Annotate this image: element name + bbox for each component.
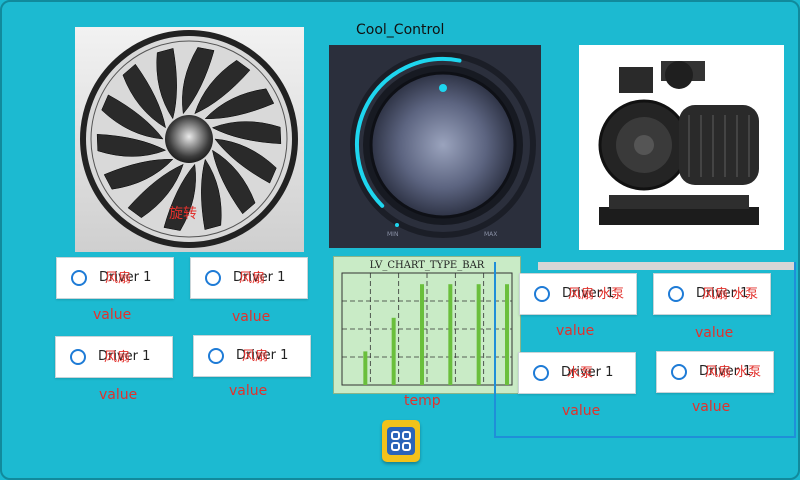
chart-plot bbox=[341, 272, 513, 386]
fan-image[interactable]: 旋转 bbox=[75, 27, 304, 252]
driver-overlay-label: 风扇 水泵 bbox=[568, 287, 625, 302]
driver-overlay-label: 风扇 bbox=[105, 271, 132, 286]
knob-max-label: MAX bbox=[484, 231, 498, 238]
driver-toggle-pump-4[interactable]: Driver 1 风扇 水泵 bbox=[656, 351, 774, 393]
app-grid-icon[interactable] bbox=[382, 420, 420, 462]
driver-value: value bbox=[99, 387, 138, 403]
chart-bar bbox=[363, 351, 368, 385]
chart-bar bbox=[420, 284, 424, 385]
radio-circle[interactable] bbox=[71, 270, 87, 286]
grid-glyph bbox=[387, 427, 415, 455]
radio-circle[interactable] bbox=[533, 365, 549, 381]
driver-overlay-label: 风扇 bbox=[239, 271, 266, 286]
radio-circle[interactable] bbox=[534, 286, 550, 302]
pump-image[interactable] bbox=[579, 45, 784, 250]
chart-bar bbox=[448, 284, 453, 385]
driver-value: value bbox=[562, 403, 601, 419]
driver-value: value bbox=[695, 325, 734, 341]
temp-bar-chart: LV_CHART_TYPE_BAR bbox=[333, 256, 521, 394]
driver-toggle-fan-2[interactable]: Driver 1 风扇 bbox=[190, 257, 308, 299]
main-screen: 旋转 Cool_Control MIN MAX Driver 1 风扇 valu… bbox=[0, 0, 800, 480]
driver-value: value bbox=[556, 323, 595, 339]
knob-indicator bbox=[439, 84, 447, 92]
driver-toggle-pump-2[interactable]: Driver 1 风扇 水泵 bbox=[653, 273, 771, 315]
radio-circle[interactable] bbox=[671, 364, 687, 380]
driver-overlay-label: 风扇 水泵 bbox=[705, 365, 762, 380]
driver-toggle-pump-1[interactable]: Driver 1 风扇 水泵 bbox=[519, 273, 637, 315]
radio-circle[interactable] bbox=[70, 349, 86, 365]
radio-circle[interactable] bbox=[208, 348, 224, 364]
radio-circle[interactable] bbox=[668, 286, 684, 302]
chart-bar bbox=[391, 317, 396, 385]
driver-toggle-fan-3[interactable]: Driver 1 风扇 bbox=[55, 336, 173, 378]
driver-value: value bbox=[229, 383, 268, 399]
driver-toggle-pump-3[interactable]: Driver 1 水泵 bbox=[518, 352, 636, 394]
driver-toggle-fan-1[interactable]: Driver 1 风扇 bbox=[56, 257, 174, 299]
driver-value: value bbox=[93, 307, 132, 323]
knob-title: Cool_Control bbox=[356, 22, 445, 38]
chart-x-label: temp bbox=[404, 393, 441, 409]
chart-bar bbox=[476, 284, 481, 385]
driver-value: value bbox=[692, 399, 731, 415]
pump-graphic bbox=[598, 61, 759, 225]
driver-overlay-label: 水泵 bbox=[567, 366, 594, 381]
driver-toggle-fan-4[interactable]: Driver 1 风扇 bbox=[193, 335, 311, 377]
radio-circle[interactable] bbox=[205, 270, 221, 286]
knob-min-label: MIN bbox=[387, 231, 399, 238]
knob-graphic bbox=[350, 52, 536, 238]
cool-control-knob[interactable]: MIN MAX bbox=[329, 45, 541, 248]
driver-overlay-label: 风扇 bbox=[104, 350, 131, 365]
driver-overlay-label: 风扇 水泵 bbox=[702, 287, 759, 302]
fan-overlay-label: 旋转 bbox=[169, 206, 197, 222]
driver-overlay-label: 风扇 bbox=[242, 349, 269, 364]
driver-value: value bbox=[232, 309, 271, 325]
